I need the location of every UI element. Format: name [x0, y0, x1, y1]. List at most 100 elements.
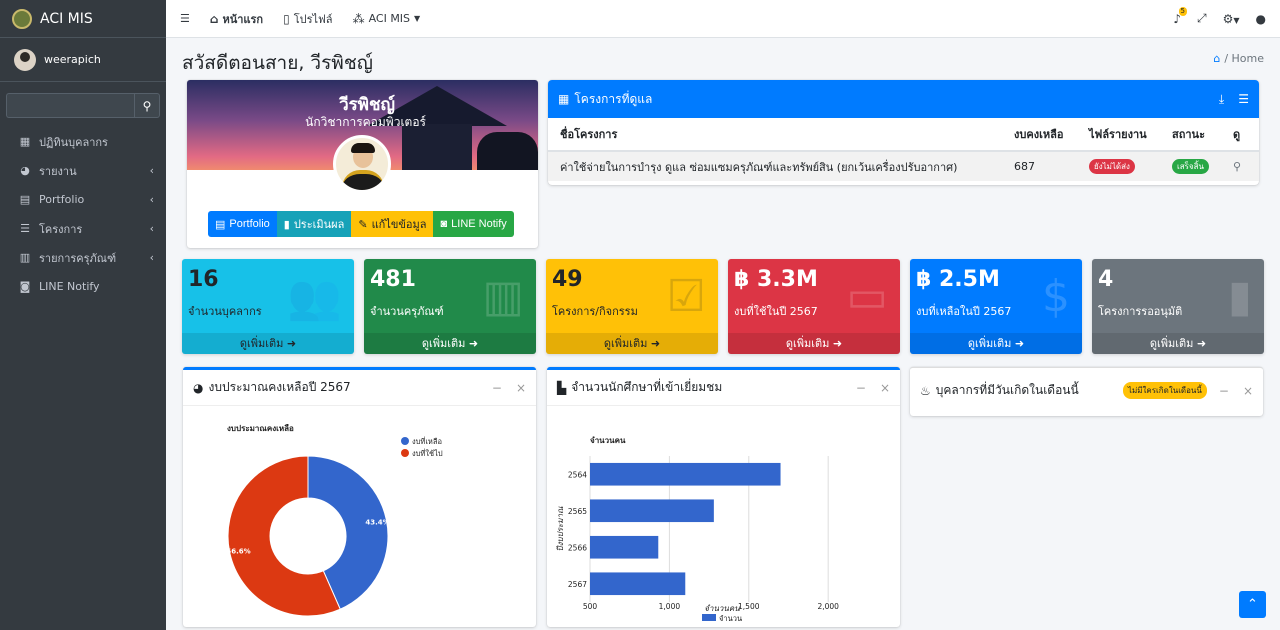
back-to-top-button[interactable]: ⌃: [1239, 591, 1266, 618]
stat-more-link[interactable]: ดูเพิ่มเติม ➜: [546, 333, 718, 354]
profile-photo: [333, 135, 391, 193]
x-tick-label: 1,000: [659, 602, 681, 611]
close-button[interactable]: ×: [1243, 384, 1253, 398]
close-button[interactable]: ×: [516, 381, 526, 395]
notifications-button[interactable]: ♪ 5: [1173, 6, 1187, 26]
user-menu-button[interactable]: ●: [1256, 12, 1266, 26]
stat-value: 4: [1098, 267, 1114, 292]
portfolio-button[interactable]: ▤ Portfolio: [208, 211, 277, 237]
menu-button[interactable]: ☰: [1238, 92, 1249, 107]
y-category-label: 2567: [568, 580, 587, 589]
stat-value: 16: [188, 267, 219, 292]
stat-more-link[interactable]: ดูเพิ่มเติม ➜: [182, 333, 354, 354]
evaluate-button[interactable]: ▮ ประเมินผล: [276, 211, 352, 237]
nav-profile-link[interactable]: ▯ โปรไฟล์: [283, 10, 332, 28]
bar[interactable]: [590, 499, 714, 523]
view-project-button[interactable]: ⚲: [1233, 160, 1241, 173]
sidebar-item-equipment[interactable]: ▥ รายการครุภัณฑ์ ‹: [0, 243, 166, 272]
edit-profile-label: แก้ไขข้อมูล: [371, 219, 427, 231]
col-status: สถานะ: [1160, 118, 1221, 152]
collapse-button[interactable]: −: [856, 381, 866, 395]
user-name: weerapich: [44, 53, 101, 66]
chevron-left-icon: ‹: [149, 193, 154, 206]
stat-value: ฿ 2.5M: [916, 267, 1000, 292]
search-button[interactable]: ⚲: [134, 93, 160, 118]
stat-more-label: ดูเพิ่มเติม: [603, 337, 648, 350]
breadcrumb-home[interactable]: Home: [1232, 52, 1264, 65]
line-notify-button[interactable]: ◙ LINE Notify: [433, 211, 514, 237]
close-icon: ×: [879, 380, 890, 395]
profile-role: นักวิชาการคอมพิวเตอร์: [305, 115, 426, 129]
menu-toggle-button[interactable]: ☰: [180, 12, 190, 25]
col-view: ดู: [1221, 118, 1259, 152]
portfolio-label: Portfolio: [229, 218, 270, 230]
project-budget: 687: [1002, 151, 1077, 181]
pie-title: งบประมาณคงเหลือ: [227, 423, 294, 433]
nav-home-link[interactable]: ⌂ หน้าแรก: [210, 10, 263, 28]
search-input[interactable]: [6, 93, 134, 118]
user-panel[interactable]: weerapich: [0, 38, 166, 82]
search-icon: ⚲: [142, 98, 152, 113]
stat-more-link[interactable]: ดูเพิ่มเติม ➜: [910, 333, 1082, 354]
id-badge-icon: ▯: [283, 11, 290, 26]
bar[interactable]: [590, 535, 659, 559]
close-icon: ×: [515, 380, 526, 395]
y-category-label: 2565: [568, 507, 587, 516]
nav-profile-label: โปรไฟล์: [293, 12, 333, 26]
sidebar-item-reports[interactable]: ◕ รายงาน ‹: [0, 156, 166, 185]
y-category-label: 2566: [568, 543, 587, 552]
nav-aci-mis-label: ACI MIS: [368, 12, 411, 25]
page-title: สวัสดีตอนสาย, วีรพิชญ์: [182, 52, 373, 74]
stat-label: โครงการ/กิจกรรม: [552, 305, 638, 318]
fullscreen-button[interactable]: ⤢: [1197, 11, 1207, 26]
budget-panel-header: ◕ งบประมาณคงเหลือปี 2567 − ×: [183, 370, 536, 406]
sidebar-item-label: โครงการ: [39, 222, 83, 236]
birthday-panel: ♨ บุคลากรที่มีวันเกิดในเดือนนี้ ไม่มีใคร…: [910, 367, 1263, 416]
collapse-button[interactable]: −: [492, 381, 502, 395]
stat-more-link[interactable]: ดูเพิ่มเติม ➜: [364, 333, 536, 354]
close-button[interactable]: ×: [880, 381, 890, 395]
download-button[interactable]: ⤓: [1219, 92, 1224, 107]
sidebar-item-projects[interactable]: ☰ โครงการ ‹: [0, 214, 166, 243]
minus-icon: −: [855, 380, 866, 395]
stat-more-label: ดูเพิ่มเติม: [785, 337, 830, 350]
arrow-circle-right-icon: ➜: [650, 337, 661, 350]
stat-more-link[interactable]: ดูเพิ่มเติม ➜: [728, 333, 900, 354]
tasks-icon: ☑: [666, 271, 706, 322]
legend-label: จำนวน: [719, 614, 742, 623]
nav-aci-mis-dropdown[interactable]: ⁂ ACI MIS ▼: [353, 12, 421, 26]
stat-more-link[interactable]: ดูเพิ่มเติม ➜: [1092, 333, 1264, 354]
caret-down-icon: ▼: [1233, 15, 1240, 25]
brand[interactable]: ACI MIS: [0, 0, 166, 38]
bar-title: จำนวนคน: [590, 436, 626, 445]
sidebar-item-calendar[interactable]: ▦ ปฏิทินบุคลากร: [0, 127, 166, 156]
home-icon[interactable]: ⌂: [1213, 52, 1220, 65]
file-icon: ▮: [283, 218, 290, 231]
topbar: ☰ ⌂ หน้าแรก ▯ โปรไฟล์ ⁂ ACI MIS ▼ ♪ 5 ⤢ ⚙▼ ●: [166, 0, 1280, 38]
bar-xlabel: จำนวนคน: [704, 604, 740, 613]
arrow-circle-right-icon: ➜: [286, 337, 297, 350]
profile-card: วีรพิชญ์ นักวิชาการคอมพิวเตอร์ ▤ Portfoli…: [187, 80, 538, 248]
stat-box-budget-left: ฿ 2.5M งบที่เหลือในปี 2567 $ ดูเพิ่มเติม…: [910, 259, 1082, 354]
edit-profile-button[interactable]: ✎ แก้ไขข้อมูล: [351, 211, 434, 237]
stat-more-label: ดูเพิ่มเติม: [239, 337, 284, 350]
sidebar-item-label: LINE Notify: [39, 280, 100, 293]
sidebar-item-label: รายการครุภัณฑ์: [39, 251, 117, 265]
projects-title: โครงการที่ดูแล: [574, 91, 653, 106]
topbar-right: ♪ 5 ⤢ ⚙▼ ●: [1173, 6, 1266, 26]
expand-icon: ⤢: [1196, 11, 1207, 25]
line-icon: ◙: [440, 218, 448, 230]
bar[interactable]: [590, 572, 686, 596]
sidebar-item-portfolio[interactable]: ▤ Portfolio ‹: [0, 185, 166, 214]
collapse-button[interactable]: −: [1219, 384, 1229, 398]
chevron-left-icon: ‹: [149, 164, 154, 177]
settings-dropdown[interactable]: ⚙▼: [1223, 12, 1240, 26]
file-icon: ▮: [1227, 271, 1252, 322]
sidebar-item-line-notify[interactable]: ◙ LINE Notify: [0, 272, 166, 301]
visitors-panel: ▙ จำนวนนักศึกษาที่เข้าเยี่ยมชม − × จำนวน…: [547, 367, 900, 627]
bar[interactable]: [590, 462, 781, 486]
money-icon: ▭: [846, 271, 888, 322]
col-report: ไฟล์รายงาน: [1077, 118, 1160, 152]
search-icon: ⚲: [1233, 160, 1242, 173]
y-category-label: 2564: [568, 470, 587, 479]
